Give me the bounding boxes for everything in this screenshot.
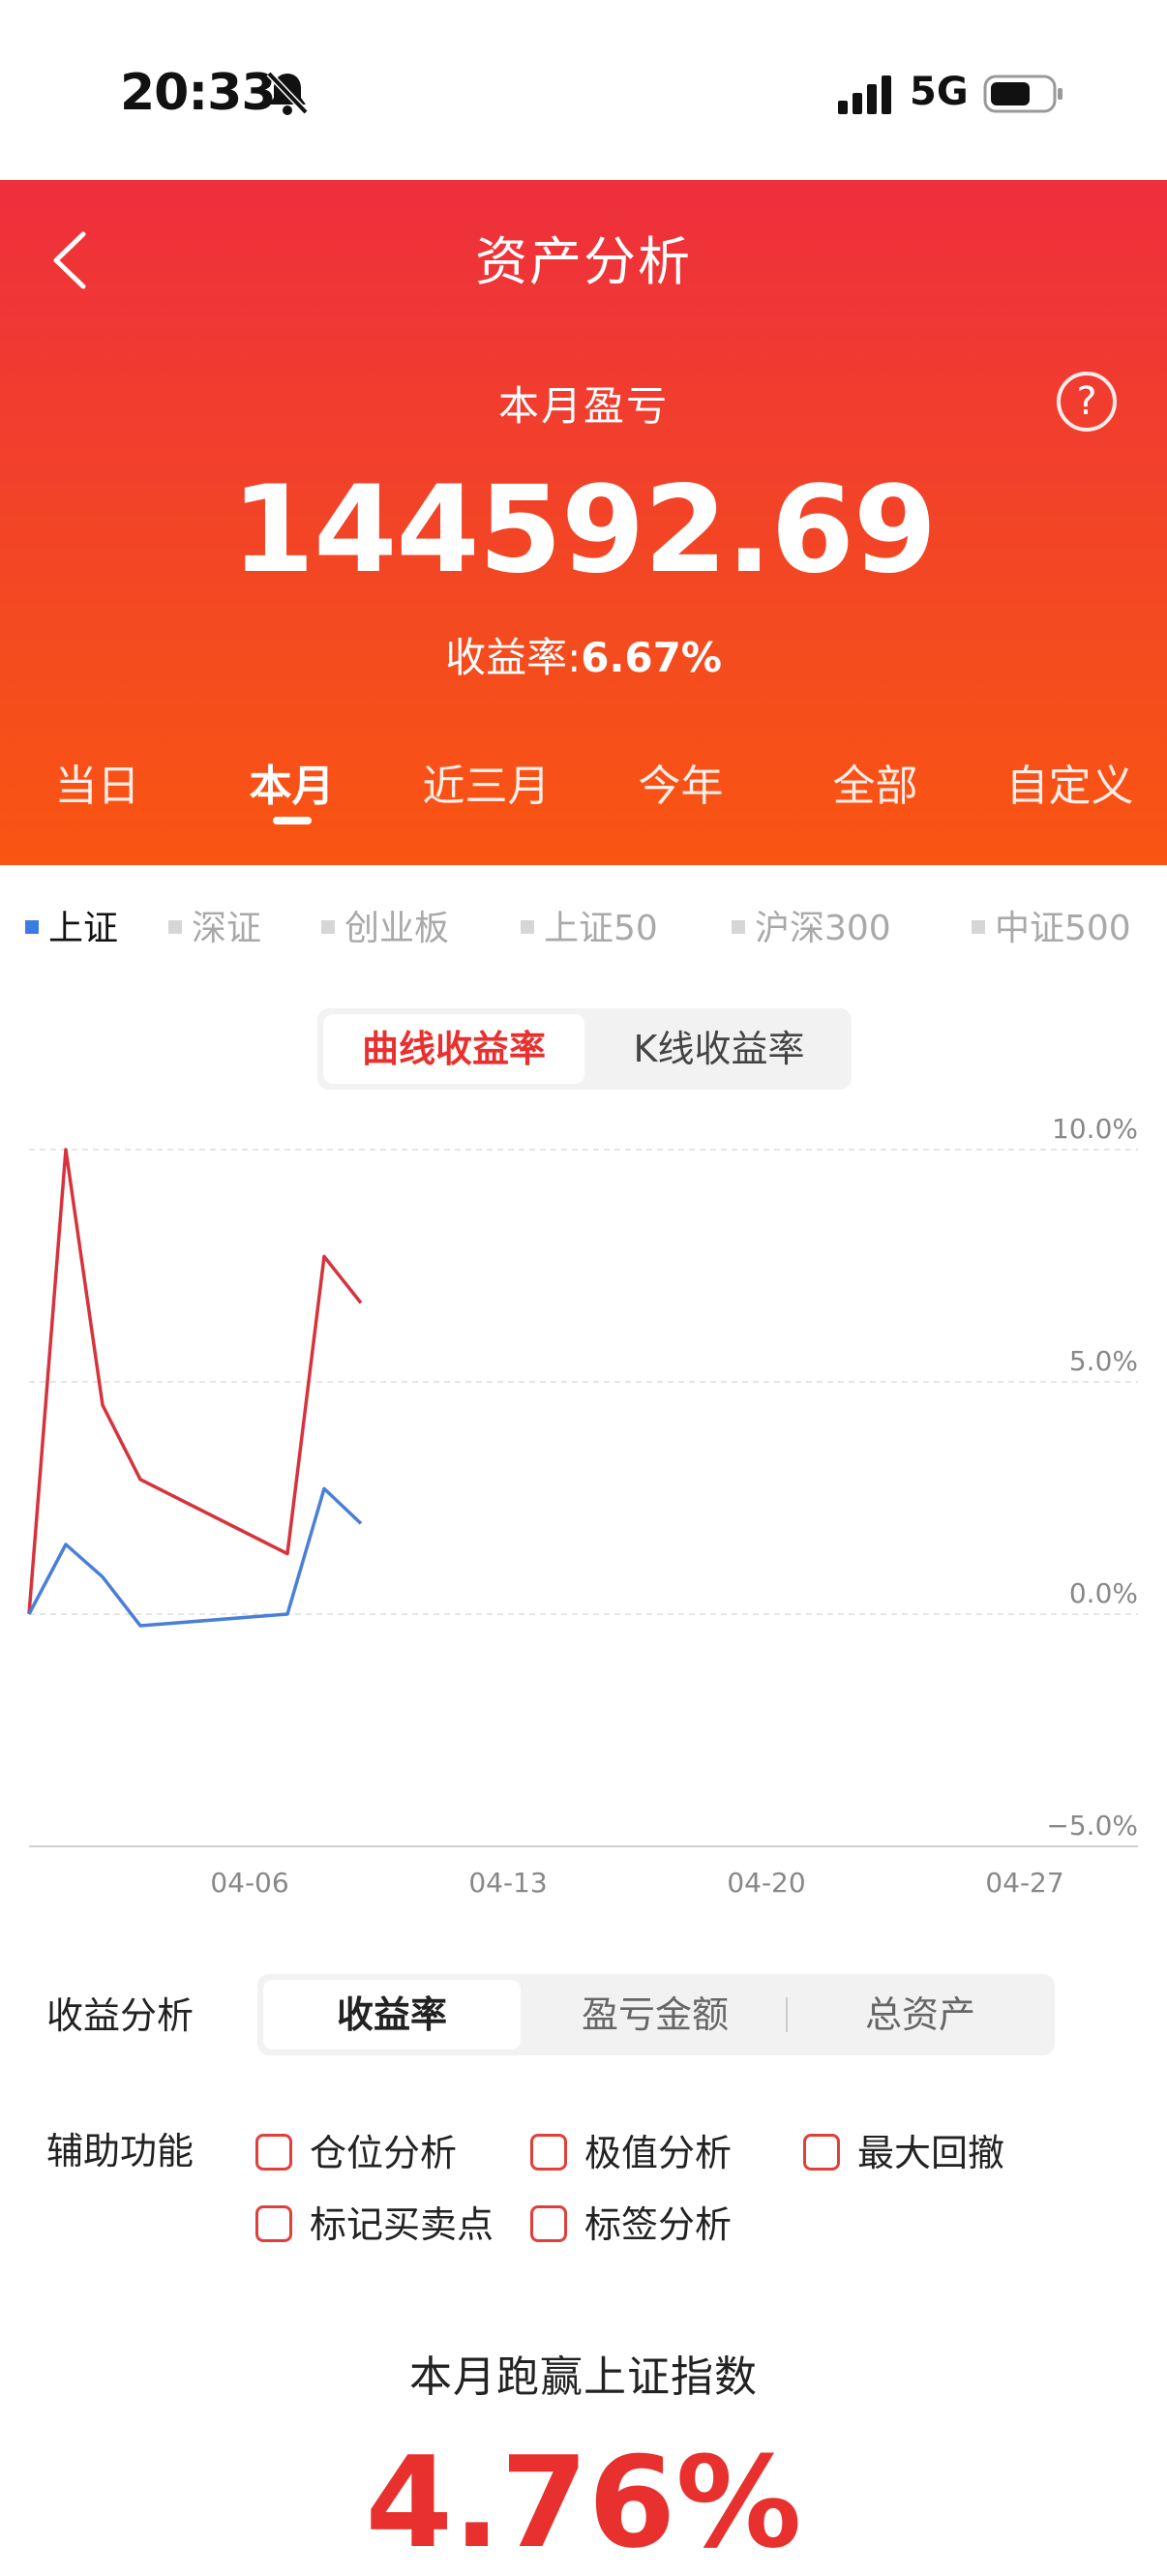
checkbox-max-drawdown[interactable]: 最大回撤 xyxy=(803,2123,1004,2176)
index-label: 沪深300 xyxy=(755,909,891,948)
y-tick-label: 10.0% xyxy=(1052,1113,1138,1145)
x-tick-label: 04-20 xyxy=(727,1867,805,1899)
chart-type-switch: 曲线收益率 K线收益率 xyxy=(317,1008,852,1090)
y-tick-label: 0.0% xyxy=(1069,1577,1138,1609)
index-label: 上证50 xyxy=(544,909,658,948)
series-line-index xyxy=(27,1486,363,1628)
checkbox-label: 极值分析 xyxy=(584,2132,733,2174)
checkbox-tag-analysis[interactable]: 标签分析 xyxy=(530,2195,732,2248)
return-chart[interactable]: 10.0% 5.0% 0.0% −5.0% 04-06 04-13 04-20 04-27 xyxy=(0,1093,1167,1916)
kline-return-tab[interactable]: K线收益率 xyxy=(590,1014,848,1084)
y-tick-label: 5.0% xyxy=(1069,1345,1138,1377)
page-title: 资产分析 xyxy=(475,231,692,292)
bell-muted-icon xyxy=(266,71,309,115)
y-tick-label: −5.0% xyxy=(1046,1810,1138,1842)
index-tab-hs300[interactable]: 沪深300 xyxy=(732,900,891,950)
checkbox-label: 最大回撤 xyxy=(857,2132,1005,2174)
checkbox-box[interactable] xyxy=(530,2133,567,2171)
x-tick-label: 04-27 xyxy=(985,1867,1063,1899)
index-marker xyxy=(321,920,335,934)
tab-profit-amount[interactable]: 盈亏金额 xyxy=(526,1980,784,2050)
index-label: 创业板 xyxy=(344,909,450,948)
index-tab-sh[interactable]: 上证 xyxy=(25,900,118,950)
checkbox-extreme-analysis[interactable]: 极值分析 xyxy=(530,2123,732,2176)
index-tab-sz[interactable]: 深证 xyxy=(168,900,261,950)
aux-label: 辅助功能 xyxy=(46,2130,194,2172)
index-tab-sz50[interactable]: 上证50 xyxy=(521,900,658,950)
x-tick-label: 04-13 xyxy=(468,1867,547,1899)
period-tabs: 当日 本月 近三月 今年 全部 自定义 xyxy=(0,751,1167,828)
index-tab-zz500[interactable]: 中证500 xyxy=(972,900,1131,950)
index-tabs: 上证 深证 创业板 上证50 沪深300 中证500 xyxy=(0,900,1167,958)
signal-icon xyxy=(838,75,891,114)
curve-return-tab[interactable]: 曲线收益率 xyxy=(323,1014,584,1084)
tab-total-assets[interactable]: 总资产 xyxy=(792,1980,1049,2050)
checkbox-label: 标记买卖点 xyxy=(310,2203,494,2246)
analysis-label: 收益分析 xyxy=(46,1994,194,2037)
summary-title: 本月跑赢上证指数 xyxy=(409,2352,758,2402)
checkbox-box[interactable] xyxy=(255,2204,292,2242)
tab-return-rate[interactable]: 收益率 xyxy=(263,1980,521,2050)
checkbox-label: 仓位分析 xyxy=(310,2132,458,2174)
tab-this-month[interactable]: 本月 xyxy=(194,751,389,828)
checkbox-box[interactable] xyxy=(530,2204,567,2242)
section-label: 本月盈亏 xyxy=(497,382,669,430)
index-marker xyxy=(521,920,534,934)
tab-today[interactable]: 当日 xyxy=(0,751,194,828)
checkbox-box[interactable] xyxy=(255,2133,292,2171)
index-tab-cyb[interactable]: 创业板 xyxy=(321,900,449,950)
return-rate-label: 收益率: xyxy=(445,634,582,681)
index-marker xyxy=(168,920,182,934)
x-tick-label: 04-06 xyxy=(210,1867,288,1899)
analysis-switch: 收益率 盈亏金额 总资产 xyxy=(257,1974,1055,2055)
battery-icon xyxy=(983,75,1062,113)
tab-custom[interactable]: 自定义 xyxy=(972,751,1167,828)
index-label: 深证 xyxy=(192,909,262,948)
summary-value: 4.76% xyxy=(365,2429,802,2576)
index-marker xyxy=(972,920,985,934)
return-rate-value: 6.67% xyxy=(581,634,722,681)
index-marker xyxy=(25,920,39,934)
checkbox-mark-trades[interactable]: 标记买卖点 xyxy=(255,2195,494,2248)
status-bar: 20:33 5G xyxy=(0,0,1167,180)
profit-amount: 144592.69 xyxy=(230,461,937,600)
tab-this-year[interactable]: 今年 xyxy=(584,751,778,828)
checkbox-label: 标签分析 xyxy=(584,2203,733,2246)
tab-three-months[interactable]: 近三月 xyxy=(389,751,584,828)
checkbox-box[interactable] xyxy=(803,2133,840,2171)
help-icon[interactable]: ? xyxy=(1057,372,1117,432)
index-label: 上证 xyxy=(48,909,119,948)
status-time: 20:33 xyxy=(120,64,277,122)
divider xyxy=(786,1997,788,2032)
index-marker xyxy=(732,920,745,934)
network-type: 5G xyxy=(910,70,969,114)
header: 资产分析 本月盈亏 ? 144592.69 收益率:6.67% 当日 本月 近三… xyxy=(0,180,1167,865)
checkbox-position-analysis[interactable]: 仓位分析 xyxy=(255,2123,457,2176)
tab-all[interactable]: 全部 xyxy=(778,751,972,828)
index-label: 中证500 xyxy=(995,909,1131,948)
return-rate: 收益率:6.67% xyxy=(0,625,1167,684)
